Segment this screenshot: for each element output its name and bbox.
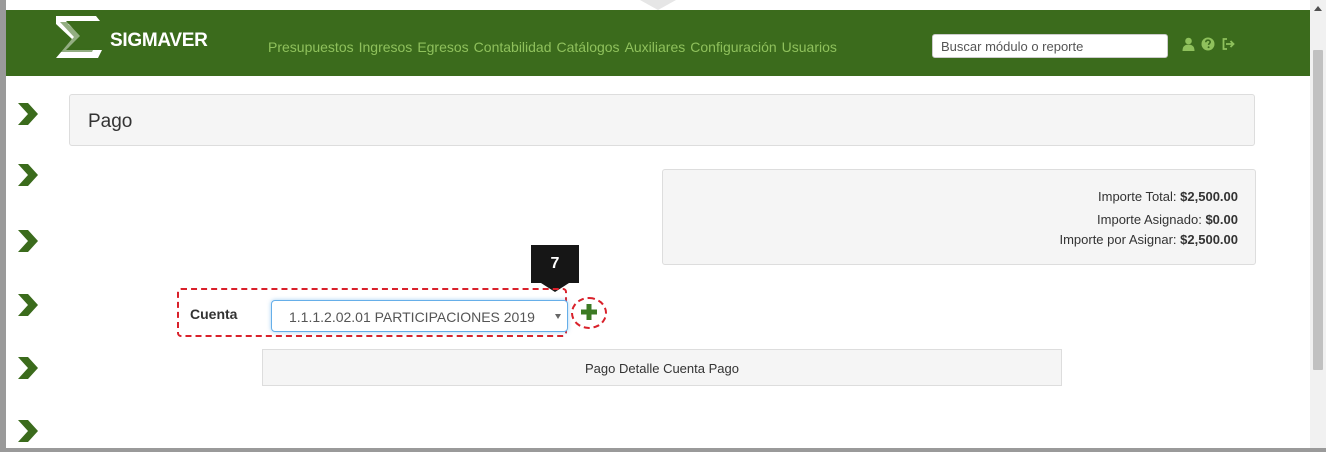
importe-asignado-value: $0.00 <box>1205 212 1238 227</box>
step-number: 7 <box>550 255 560 272</box>
importe-asignado-label: Importe Asignado: <box>1097 212 1202 227</box>
menu-item-usuarios[interactable]: Usuarios <box>782 39 837 55</box>
top-notch <box>640 0 676 10</box>
cuenta-label: Cuenta <box>190 306 238 322</box>
menu-item-configuracion[interactable]: Configuración <box>690 39 776 55</box>
importe-por-asignar-row: Importe por Asignar: $2,500.00 <box>1059 232 1238 247</box>
menu-item-catalogos[interactable]: Catálogos <box>557 39 620 55</box>
importe-total-label: Importe Total: <box>1098 189 1177 204</box>
window-frame-bottom <box>0 448 1326 452</box>
importe-asignado-row: Importe Asignado: $0.00 <box>1097 212 1238 227</box>
plus-icon[interactable] <box>580 303 598 321</box>
chevron-right-icon[interactable] <box>14 355 40 381</box>
menu-item-contabilidad[interactable]: Contabilidad <box>474 39 552 55</box>
user-icon[interactable] <box>1182 37 1195 51</box>
totals-panel: Importe Total: $2,500.00 Importe Asignad… <box>662 169 1256 265</box>
chevron-right-icon[interactable] <box>14 228 40 254</box>
menu-item-egresos[interactable]: Egresos <box>417 39 468 55</box>
chevron-right-icon[interactable] <box>14 418 40 444</box>
top-navbar: SIGMAVER Presupuestos Ingresos Egresos C… <box>6 10 1310 76</box>
step-callout: 7 <box>531 245 579 283</box>
help-icon[interactable] <box>1201 37 1215 51</box>
importe-total-value: $2,500.00 <box>1180 189 1238 204</box>
logout-icon[interactable] <box>1221 37 1236 51</box>
importe-por-asignar-label: Importe por Asignar: <box>1059 232 1177 247</box>
importe-total-row: Importe Total: $2,500.00 <box>1098 189 1238 204</box>
importe-por-asignar-value: $2,500.00 <box>1180 232 1238 247</box>
page-title-panel: Pago <box>69 94 1255 146</box>
scroll-up-arrow-icon[interactable] <box>1314 6 1322 11</box>
page-title: Pago <box>88 111 133 132</box>
menu-item-auxiliares[interactable]: Auxiliares <box>625 39 686 55</box>
scrollbar-thumb[interactable] <box>1313 50 1323 370</box>
sigmaver-logo[interactable] <box>52 12 104 64</box>
chevron-right-icon[interactable] <box>14 292 40 318</box>
nav-icons <box>1182 37 1236 51</box>
brand-name[interactable]: SIGMAVER <box>110 30 208 52</box>
menu-item-presupuestos[interactable]: Presupuestos <box>268 39 354 55</box>
chevron-down-icon <box>555 314 561 319</box>
cuenta-select[interactable]: 1.1.1.2.02.01 PARTICIPACIONES 2019 <box>271 300 568 332</box>
cuenta-select-value: 1.1.1.2.02.01 PARTICIPACIONES 2019 <box>289 309 535 325</box>
main-menu: Presupuestos Ingresos Egresos Contabilid… <box>268 39 837 55</box>
detail-header: Pago Detalle Cuenta Pago <box>262 349 1062 386</box>
chevron-right-icon[interactable] <box>14 101 40 127</box>
menu-item-ingresos[interactable]: Ingresos <box>359 39 413 55</box>
chevron-right-icon[interactable] <box>14 162 40 188</box>
search-input[interactable] <box>932 34 1168 58</box>
detail-header-title: Pago Detalle Cuenta Pago <box>585 361 739 376</box>
